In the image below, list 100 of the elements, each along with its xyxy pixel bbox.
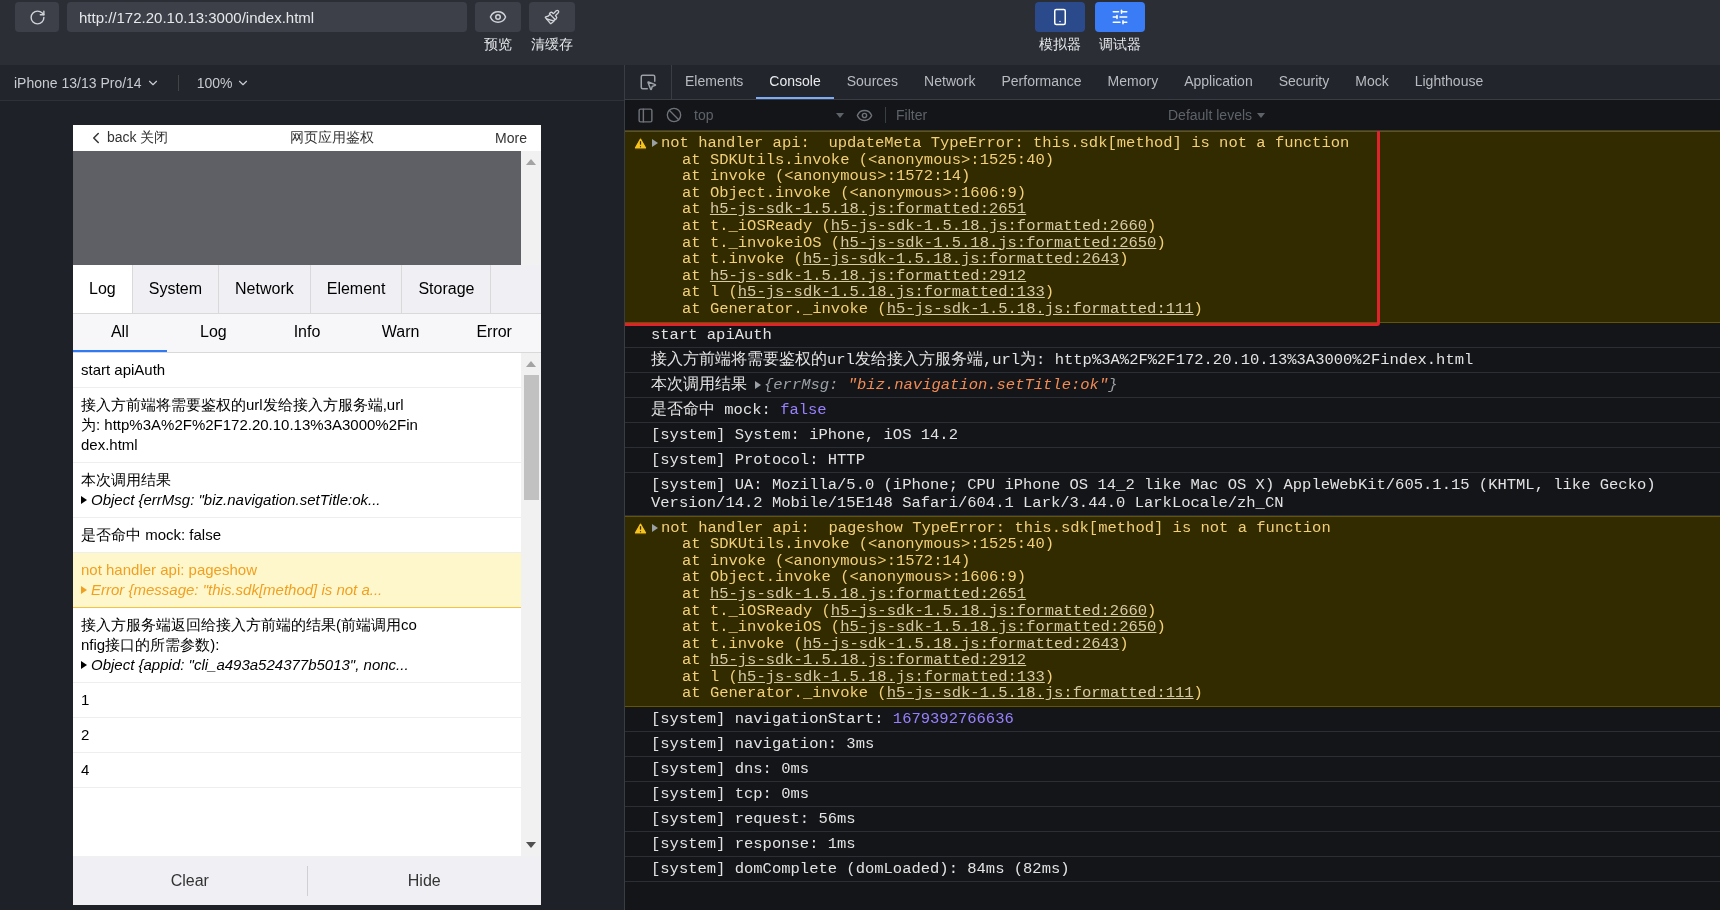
mode-button[interactable] — [1035, 2, 1085, 32]
hide-button[interactable]: Hide — [307, 865, 541, 896]
stack-frame: at t._invokeiOS (h5-js-sdk-1.5.18.js:formatted:2650) — [652, 619, 1331, 636]
preview-button[interactable] — [475, 2, 521, 32]
message-text: [system] System: iPhone, iOS 14.2 — [651, 425, 958, 444]
source-link[interactable]: h5-js-sdk-1.5.18.js:formatted:2912 — [709, 651, 1027, 670]
message-text: [system] UA: Mozilla/5.0 (iPhone; CPU iPhone OS 14_2 like Mac OS X) AppleWebKit/605.1.15 (KHTML, like Gecko) Version/14.2 Mobile/15E148 Safari/604.1 Lark/3.44.0 LarkLocale/zh_CN — [651, 475, 1657, 512]
expand-icon[interactable] — [755, 380, 761, 389]
devtools-tab[interactable]: Network — [911, 65, 989, 99]
warning-icon — [633, 520, 648, 536]
source-link[interactable]: h5-js-sdk-1.5.18.js:formatted:2660 — [830, 601, 1148, 620]
message-value: 1679392766636 — [892, 710, 1014, 729]
object-brace: } — [1108, 375, 1118, 394]
message-text: [system] navigationStart: — [651, 710, 884, 729]
clear-button[interactable]: Clear — [73, 865, 308, 896]
stack-frame: at Generator._invoke (h5-js-sdk-1.5.18.js:formatted:111) — [652, 685, 1331, 703]
devtools-tab[interactable]: Security — [1265, 65, 1343, 99]
filter-tab[interactable]: Info — [260, 314, 354, 352]
stack-frame: at t.invoke (h5-js-sdk-1.5.18.js:formatted:2643) — [652, 635, 1331, 653]
object-key: {errMsg: — [764, 375, 839, 394]
url-field[interactable]: http://172.20.10.13:3000/index.html — [67, 2, 467, 32]
filter-tab[interactable]: Error — [447, 314, 541, 352]
log-text: 接入方前端将需要鉴权的url发给接入方服务端,url为: http%3A%2F%2F172.20.10.13%3A3000%2Findex.html — [81, 395, 419, 455]
warning-icon — [633, 136, 648, 151]
source-link[interactable]: h5-js-sdk-1.5.18.js:formatted:111 — [886, 684, 1194, 703]
source-link[interactable]: h5-js-sdk-1.5.18.js:formatted:2650 — [840, 233, 1157, 252]
source-link[interactable]: h5-js-sdk-1.5.18.js:formatted:133 — [737, 283, 1045, 302]
stack-frame: at Object.invoke (<anonymous>:1606:9) — [652, 184, 1350, 202]
more-link[interactable]: More — [495, 130, 527, 146]
devtools-tab[interactable]: Mock — [1342, 65, 1402, 99]
message-text: not handler api: pageshow TypeError: this.sdk[method] is not a function — [661, 519, 1331, 537]
source-link[interactable]: h5-js-sdk-1.5.18.js:formatted:2651 — [709, 200, 1027, 219]
message-text: [system] navigation: 3ms — [651, 735, 875, 754]
stack-frame: at t._invokeiOS (h5-js-sdk-1.5.18.js:formatted:2650) — [652, 234, 1350, 252]
object-value: "biz.navigation.setTitle:ok" — [847, 375, 1109, 394]
devtools-tab[interactable]: Elements — [672, 65, 757, 99]
log-text: 是否命中 mock: false — [81, 525, 223, 545]
source-link[interactable]: h5-js-sdk-1.5.18.js:formatted:2912 — [709, 266, 1027, 285]
message-text: [system] request: 56ms — [651, 810, 856, 829]
scrollbar[interactable] — [521, 353, 541, 856]
log-text: not handler api: pageshow — [81, 560, 258, 580]
stack-frame: at h5-js-sdk-1.5.18.js:formatted:2912 — [652, 267, 1350, 285]
device-select[interactable]: iPhone 13/13 Pro/14 — [14, 74, 160, 91]
message-text: [system] domComplete (domLoaded): 84ms (82ms) — [651, 860, 1070, 879]
object-preview: Object {errMsg: "biz.navigation.setTitle:ok... — [91, 490, 381, 510]
page-title: 网页应用鉴权 — [289, 129, 374, 147]
devtools-tab[interactable]: Console — [756, 65, 834, 99]
clear-icon[interactable] — [666, 107, 682, 123]
inspect-icon[interactable] — [639, 73, 657, 91]
stack-frame: at t._iOSReady (h5-js-sdk-1.5.18.js:formatted:2660) — [652, 602, 1331, 620]
panel-tab[interactable]: Log — [73, 265, 133, 313]
object-preview: Object {appid: "cli_a493a524377b5013", nonc... — [91, 655, 409, 675]
source-link[interactable]: h5-js-sdk-1.5.18.js:formatted:133 — [737, 667, 1045, 686]
clear-cache-button[interactable] — [529, 2, 575, 32]
brush-icon — [544, 9, 560, 25]
devtools-tab[interactable]: Memory — [1094, 65, 1172, 99]
message-text: 是否命中 mock: — [651, 400, 771, 419]
message-text: 本次调用结果 — [651, 375, 747, 394]
source-link[interactable]: h5-js-sdk-1.5.18.js:formatted:2650 — [840, 618, 1157, 637]
source-link[interactable]: h5-js-sdk-1.5.18.js:formatted:2660 — [830, 216, 1148, 235]
message-text: [system] response: 1ms — [651, 835, 856, 854]
stack-frame: at l (h5-js-sdk-1.5.18.js:formatted:133) — [652, 668, 1331, 686]
expand-icon[interactable] — [81, 661, 87, 669]
expand-icon[interactable] — [81, 496, 87, 504]
devtools-tab[interactable]: Sources — [833, 65, 912, 99]
log-text: 4 — [81, 760, 91, 780]
eye-icon — [489, 8, 507, 26]
stack-frame: at h5-js-sdk-1.5.18.js:formatted:2651 — [652, 585, 1331, 603]
message-text: [system] tcp: 0ms — [651, 785, 810, 804]
devtools-tab[interactable]: Lighthouse — [1401, 65, 1497, 99]
stack-frame: at invoke (<anonymous>:1572:14) — [652, 552, 1331, 570]
sidebar-icon[interactable] — [637, 106, 654, 124]
phone-icon — [1051, 8, 1069, 26]
source-link[interactable]: h5-js-sdk-1.5.18.js:formatted:2643 — [802, 634, 1120, 653]
action-label: 预览 — [484, 36, 512, 54]
source-link[interactable]: h5-js-sdk-1.5.18.js:formatted:2643 — [802, 250, 1120, 269]
filter-tab[interactable]: Log — [166, 314, 261, 352]
log-text: 2 — [81, 725, 91, 745]
zoom-select[interactable]: 100% — [196, 74, 251, 91]
stack-frame: at Object.invoke (<anonymous>:1606:9) — [652, 569, 1331, 586]
scrollbar[interactable] — [521, 151, 541, 265]
message-value: false — [780, 400, 827, 419]
settings-icon — [1111, 8, 1129, 26]
log-text: 接入方服务端返回给接入方前端的结果(前端调用config接口的所需参数): — [81, 615, 418, 655]
stack-frame: at t._iOSReady (h5-js-sdk-1.5.18.js:formatted:2660) — [652, 217, 1350, 235]
mode-label: 调试器 — [1099, 36, 1141, 54]
stack-frame: at l (h5-js-sdk-1.5.18.js:formatted:133) — [652, 284, 1350, 301]
stack-frame: at t.invoke (h5-js-sdk-1.5.18.js:formatted:2643) — [652, 251, 1350, 268]
devtools-tab[interactable]: Application — [1171, 65, 1266, 99]
stack-frame: at Generator._invoke (h5-js-sdk-1.5.18.js:formatted:111) — [652, 300, 1350, 318]
back-link[interactable]: back 关闭 — [107, 129, 169, 147]
message-text: start apiAuth — [651, 325, 772, 344]
refresh-button[interactable] — [15, 2, 59, 32]
source-link[interactable]: h5-js-sdk-1.5.18.js:formatted:2651 — [709, 584, 1027, 603]
filter-tab[interactable]: Warn — [353, 314, 448, 352]
mode-label: 模拟器 — [1039, 36, 1081, 54]
source-link[interactable]: h5-js-sdk-1.5.18.js:formatted:111 — [886, 299, 1194, 318]
devtools-tab[interactable]: Performance — [988, 65, 1095, 99]
stack-frame: at h5-js-sdk-1.5.18.js:formatted:2651 — [652, 201, 1350, 218]
message-text: not handler api: updateMeta TypeError: this.sdk[method] is not a function — [661, 135, 1350, 152]
